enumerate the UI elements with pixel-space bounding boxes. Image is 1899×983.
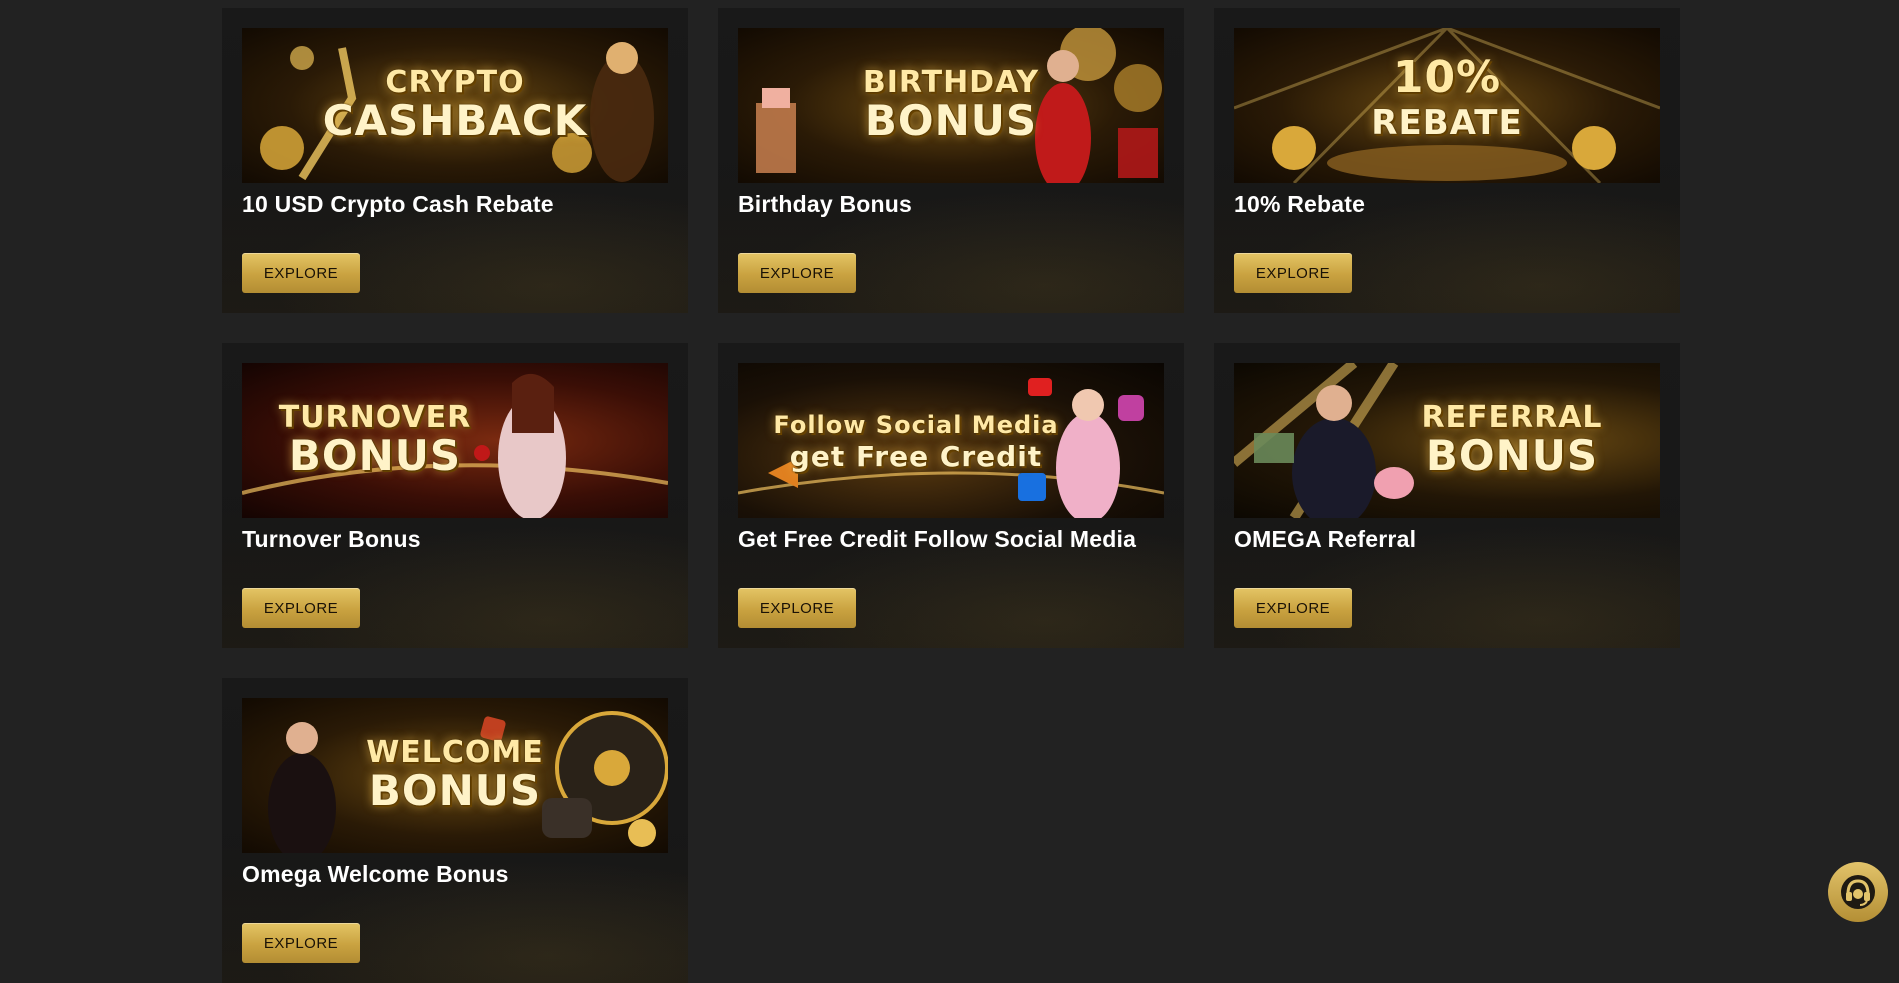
promo-title: Turnover Bonus: [242, 526, 421, 552]
banner-headline: BIRTHDAY: [862, 65, 1040, 100]
explore-button[interactable]: EXPLORE: [242, 588, 360, 628]
explore-button[interactable]: EXPLORE: [242, 923, 360, 963]
promo-banner-image[interactable]: 10% REBATE: [1234, 28, 1660, 183]
promo-card-birthday-bonus: BIRTHDAY BONUS Birthday Bonus EXPLORE: [718, 8, 1184, 313]
banner-subheadline: BONUS: [288, 431, 462, 480]
promo-title: OMEGA Referral: [1234, 526, 1417, 552]
promo-card-welcome-bonus: WELCOME BONUS Omega Welcome Bonus EXPLOR…: [222, 678, 688, 983]
promo-card-crypto-cashback: CRYPTO CASHBACK 10 USD Crypto Cash Rebat…: [222, 8, 688, 313]
explore-button[interactable]: EXPLORE: [1234, 588, 1352, 628]
promo-banner-image[interactable]: Follow Social Media get Free Credit: [738, 363, 1164, 518]
banner-subheadline: BONUS: [1425, 431, 1599, 480]
explore-button[interactable]: EXPLORE: [738, 588, 856, 628]
explore-button[interactable]: EXPLORE: [1234, 253, 1352, 293]
promo-card-turnover-bonus: TURNOVER BONUS Turnover Bonus EXPLORE: [222, 343, 688, 648]
promo-title: Birthday Bonus: [738, 191, 913, 217]
explore-button[interactable]: EXPLORE: [242, 253, 360, 293]
promotions-grid: CRYPTO CASHBACK 10 USD Crypto Cash Rebat…: [222, 8, 1682, 983]
banner-headline: TURNOVER: [278, 400, 472, 435]
promo-card-referral: REFERRAL BONUS OMEGA Referral EXPLORE: [1214, 343, 1680, 648]
explore-button[interactable]: EXPLORE: [738, 253, 856, 293]
banner-headline: REFERRAL: [1421, 400, 1603, 435]
banner-headline: 10%: [1392, 52, 1502, 103]
promo-title: Omega Welcome Bonus: [242, 861, 509, 887]
promo-banner-image[interactable]: TURNOVER BONUS: [242, 363, 668, 518]
promo-banner-image[interactable]: BIRTHDAY BONUS: [738, 28, 1164, 183]
promo-card-social-media: Follow Social Media get Free Credit Get …: [718, 343, 1184, 648]
promo-card-rebate: 10% REBATE 10% Rebate EXPLORE: [1214, 8, 1680, 313]
headset-icon: [1841, 875, 1875, 909]
banner-headline: CRYPTO: [385, 65, 525, 100]
banner-subheadline: BONUS: [368, 766, 542, 815]
banner-subheadline: get Free Credit: [789, 440, 1043, 473]
banner-subheadline: CASHBACK: [322, 96, 588, 145]
promo-banner-image[interactable]: WELCOME BONUS: [242, 698, 668, 853]
promo-banner-image[interactable]: CRYPTO CASHBACK: [242, 28, 668, 183]
banner-headline: Follow Social Media: [773, 411, 1059, 439]
promo-title: 10% Rebate: [1234, 191, 1366, 217]
promo-banner-image[interactable]: REFERRAL BONUS: [1234, 363, 1660, 518]
promo-title: 10 USD Crypto Cash Rebate: [242, 191, 554, 217]
banner-headline: WELCOME: [366, 735, 544, 770]
promo-title: Get Free Credit Follow Social Media: [738, 526, 1137, 552]
banner-subheadline: BONUS: [864, 96, 1038, 145]
live-support-button[interactable]: [1828, 862, 1888, 922]
banner-subheadline: REBATE: [1371, 103, 1523, 143]
